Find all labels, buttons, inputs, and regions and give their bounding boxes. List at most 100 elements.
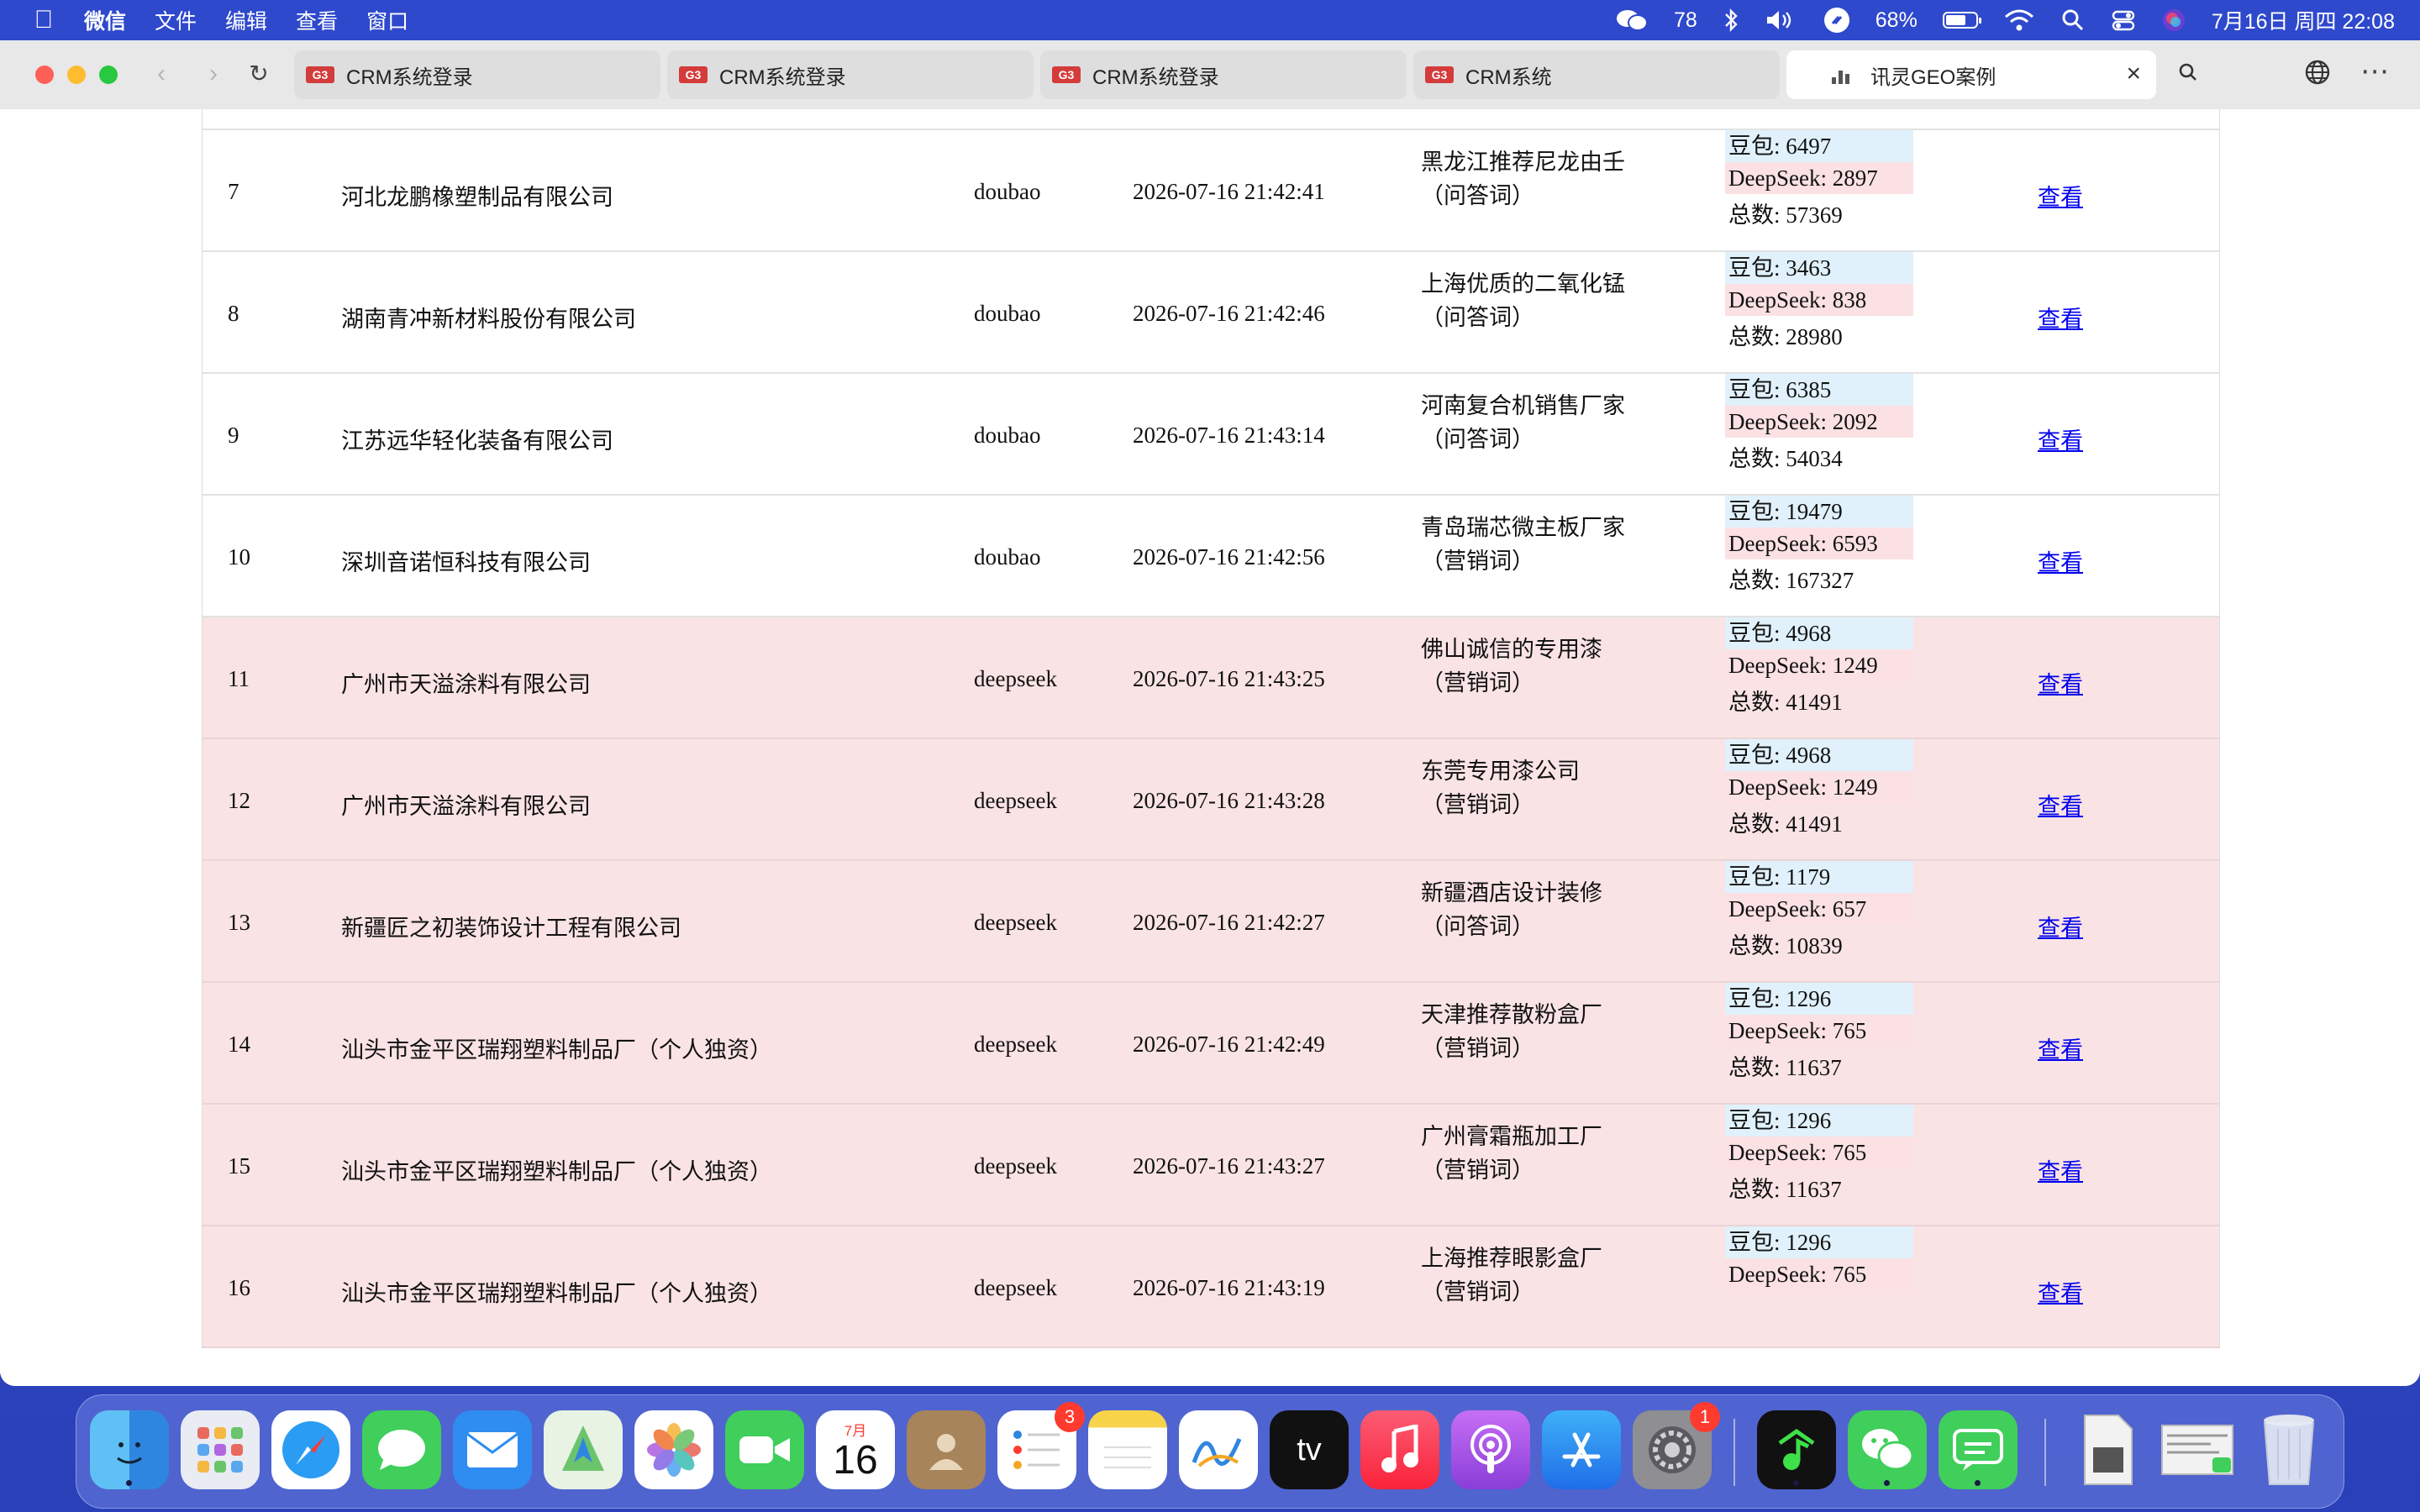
close-window-button[interactable] — [35, 66, 54, 84]
tab-crm-login-3[interactable]: G3 CRM系统登录 — [1040, 50, 1407, 99]
calendar-icon[interactable]: 7月 16 — [816, 1410, 895, 1489]
menu-file[interactable]: 文件 — [155, 5, 197, 35]
apple-menu-icon[interactable]:  — [32, 6, 55, 34]
row-index: 15 — [228, 1153, 250, 1179]
doubao-count: 豆包: 6497 — [1725, 130, 1913, 162]
table-row: 6潍坊盛川机电设备有限公司doubao2026-07-16 21:42:32山西… — [203, 109, 2219, 130]
shazam-icon[interactable] — [1823, 8, 1850, 33]
tab-crm-login-2[interactable]: G3 CRM系统登录 — [667, 50, 1034, 99]
tab-title: CRM系统登录 — [719, 66, 846, 89]
view-link[interactable]: 查看 — [2038, 1032, 2083, 1064]
ai-model: doubao — [974, 179, 1041, 204]
view-link[interactable]: 查看 — [2038, 910, 2083, 942]
spotlight-search-icon[interactable] — [2060, 8, 2086, 33]
minimize-window-button[interactable] — [67, 66, 86, 84]
app-store-icon[interactable] — [1542, 1410, 1621, 1489]
facetime-icon[interactable] — [725, 1410, 804, 1489]
bluetooth-icon[interactable] — [1723, 8, 1739, 33]
row-index: 13 — [228, 910, 250, 935]
mail-icon[interactable] — [453, 1410, 532, 1489]
wechat-icon[interactable] — [1848, 1410, 1927, 1489]
back-arrow-icon[interactable]: ‹ — [146, 59, 176, 89]
menu-view[interactable]: 查看 — [296, 5, 338, 35]
menu-app-name[interactable]: 微信 — [84, 5, 126, 35]
system-settings-icon[interactable]: 1 — [1633, 1402, 1720, 1489]
keyword-cell: 天津推荐散粉盒厂 （营销词） — [1421, 998, 1673, 1065]
tab-title: CRM系统 — [1465, 66, 1552, 89]
view-link[interactable]: 查看 — [2038, 179, 2083, 212]
music-icon[interactable] — [1360, 1410, 1439, 1489]
tab-title: CRM系统登录 — [346, 66, 473, 89]
view-link[interactable]: 查看 — [2038, 423, 2083, 455]
volume-icon[interactable] — [1765, 8, 1798, 33]
view-link[interactable]: 查看 — [2038, 1153, 2083, 1186]
wifi-icon[interactable] — [2003, 8, 2035, 33]
trash-icon[interactable] — [2249, 1410, 2328, 1489]
tab-crm-system[interactable]: G3 CRM系统 — [1413, 50, 1780, 99]
deepseek-count: DeepSeek: 657 — [1725, 893, 1913, 925]
view-link[interactable]: 查看 — [2038, 544, 2083, 577]
stats-cell: 豆包: 3463 DeepSeek: 838 总数: 28980 — [1725, 252, 1913, 353]
total-count: 总数: 28980 — [1728, 324, 1843, 349]
stats-cell: 豆包: 1296 DeepSeek: 765 总数: 11637 — [1725, 983, 1913, 1084]
messages-icon[interactable] — [362, 1410, 441, 1489]
keyword-cell: 广州膏霜瓶加工厂 （营销词） — [1421, 1120, 1673, 1187]
view-link[interactable]: 查看 — [2038, 301, 2083, 333]
tab-geo-cases[interactable]: 讯灵GEO案例 × — [1786, 50, 2156, 99]
reminders-icon[interactable]: 3 — [997, 1402, 1085, 1489]
menu-window[interactable]: 窗口 — [366, 5, 408, 35]
view-link[interactable]: 查看 — [2038, 1275, 2083, 1308]
stats-cell: 豆包: 6497 DeepSeek: 2897 总数: 57369 — [1725, 130, 1913, 231]
company-name: 新疆匠之初装饰设计工程有限公司 — [341, 916, 681, 941]
contacts-icon[interactable] — [907, 1410, 986, 1489]
doubao-count: 豆包: 19479 — [1725, 496, 1913, 528]
keyword: 新疆酒店设计装修 — [1421, 880, 1602, 906]
wecom-chat-icon[interactable] — [1939, 1410, 2018, 1489]
screenshot-window-icon[interactable] — [2159, 1410, 2238, 1489]
forward-arrow-icon[interactable]: › — [198, 59, 229, 89]
zoom-window-button[interactable] — [99, 66, 118, 84]
freeform-icon[interactable] — [1179, 1410, 1258, 1489]
row-index: 9 — [228, 423, 239, 448]
table-row: 15 汕头市金平区瑞翔塑料制品厂（个人独资） deepseek 2026-07-16 … — [203, 1105, 2219, 1226]
keyword-cell: 上海推荐眼影盒厂 （营销词） — [1421, 1242, 1673, 1309]
search-tabs-icon[interactable] — [2171, 59, 2205, 92]
ai-model: deepseek — [974, 1032, 1057, 1057]
stats-cell: 豆包: 6385 DeepSeek: 2092 总数: 54034 — [1725, 374, 1913, 475]
menu-edit[interactable]: 编辑 — [225, 5, 267, 35]
safari-icon[interactable] — [271, 1410, 350, 1489]
more-options-icon[interactable]: ⋯ — [2358, 57, 2391, 92]
crm-favicon-icon: G3 — [1425, 66, 1454, 83]
translate-globe-icon[interactable] — [2301, 59, 2334, 92]
launchpad-icon[interactable] — [181, 1410, 260, 1489]
total-count — [1725, 1290, 1913, 1327]
control-center-icon[interactable] — [2111, 8, 2136, 33]
notes-icon[interactable] — [1088, 1410, 1167, 1489]
wechat-status-icon[interactable] — [1615, 8, 1649, 33]
row-index: 12 — [228, 788, 250, 813]
finder-icon[interactable] — [90, 1410, 169, 1489]
tab-crm-login-1[interactable]: G3 CRM系统登录 — [294, 50, 660, 99]
ai-model: deepseek — [974, 1153, 1057, 1179]
apple-tv-icon[interactable]: tv — [1270, 1410, 1349, 1489]
view-link[interactable]: 查看 — [2038, 788, 2083, 821]
keyword-cell: 青岛瑞芯微主板厂家 （营销词） — [1421, 511, 1673, 578]
maps-icon[interactable] — [544, 1410, 623, 1489]
menu-datetime[interactable]: 7月16日 周四 22:08 — [2212, 5, 2395, 35]
doubao-count: 豆包: 1179 — [1725, 861, 1913, 893]
preview-document-icon[interactable] — [2068, 1410, 2147, 1489]
battery-icon[interactable] — [1942, 12, 1981, 29]
reload-icon[interactable]: ↻ — [244, 59, 274, 89]
podcasts-icon[interactable] — [1451, 1410, 1530, 1489]
deepseek-count: DeepSeek: 1249 — [1725, 649, 1913, 681]
photos-icon[interactable] — [634, 1410, 713, 1489]
close-tab-icon[interactable]: × — [2126, 61, 2141, 87]
view-link[interactable]: 查看 — [2038, 666, 2083, 699]
stats-cell: 豆包: 19479 DeepSeek: 6593 总数: 167327 — [1725, 496, 1913, 596]
keyword-cell: 新疆酒店设计装修 （问答词） — [1421, 876, 1673, 943]
created-time: 2026-07-16 21:43:27 — [1133, 1153, 1325, 1179]
dock: 7月 16 3 tv 1 — [76, 1394, 2344, 1509]
music-tool-app-icon[interactable] — [1757, 1410, 1836, 1489]
siri-icon[interactable] — [2161, 8, 2186, 33]
ai-model: doubao — [974, 301, 1041, 326]
